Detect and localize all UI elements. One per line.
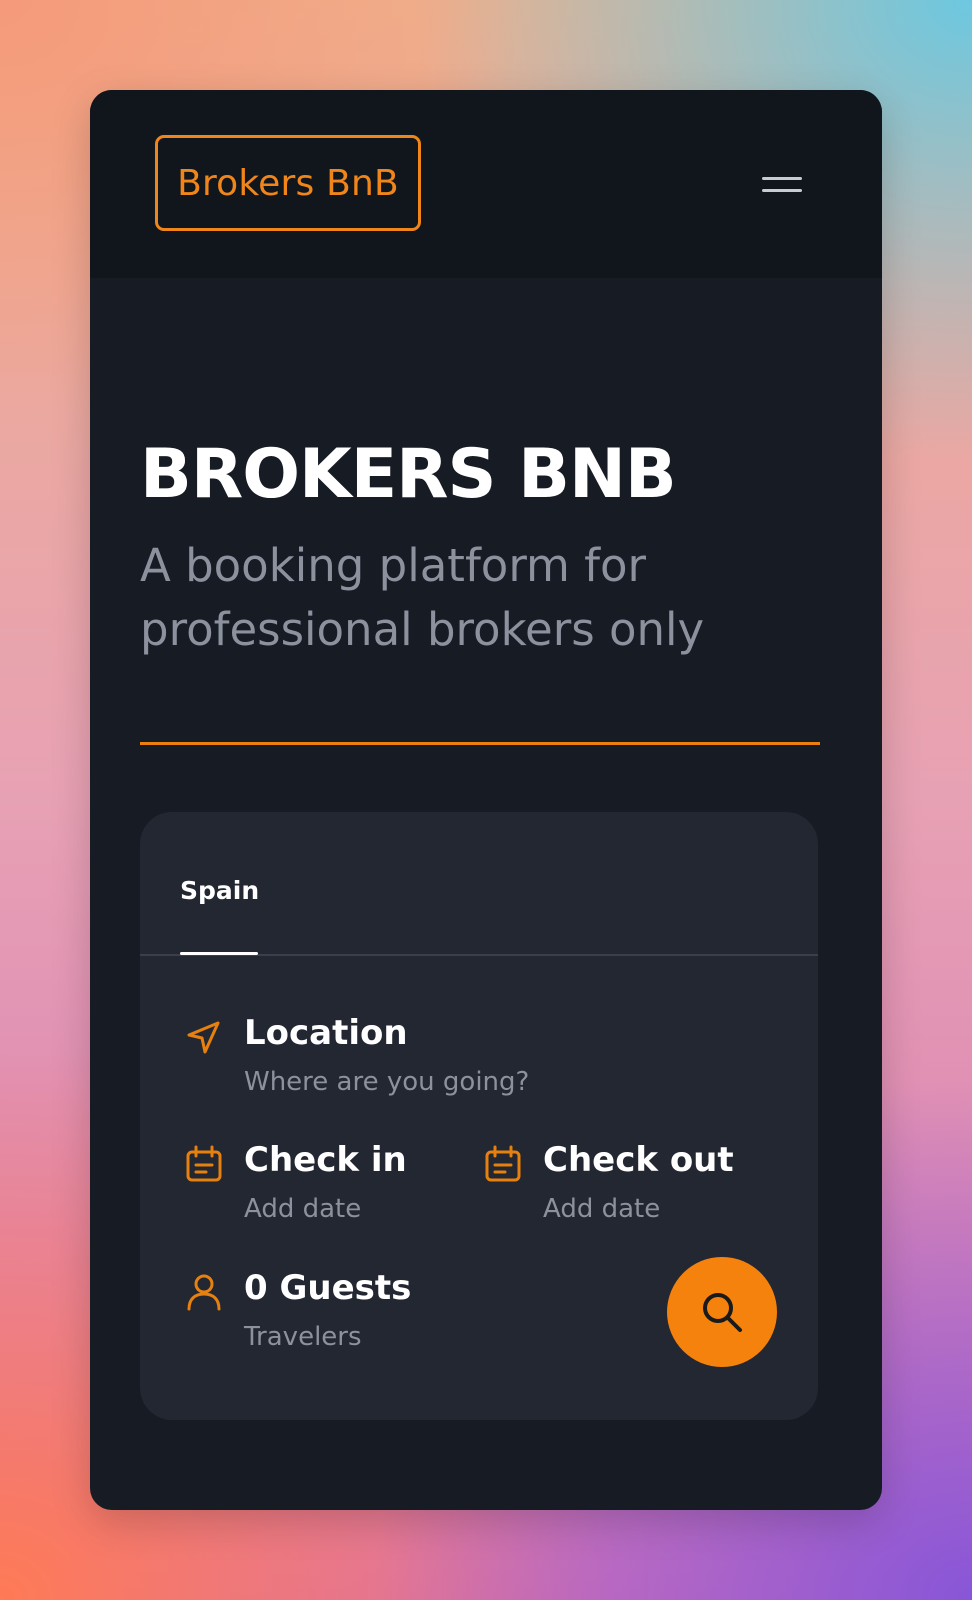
location-hint: Where are you going? — [244, 1067, 530, 1097]
accent-divider — [140, 742, 820, 745]
location-field[interactable]: Location Where are you going? — [184, 1013, 624, 1113]
top-navbar: Brokers BnB — [90, 90, 882, 278]
tab-spain[interactable]: Spain — [180, 876, 259, 905]
search-card: Spain Location Where are you going? Chec… — [140, 812, 818, 1420]
hero-subtitle: A booking platform for professional brok… — [140, 539, 705, 656]
check-in-hint: Add date — [244, 1194, 362, 1224]
guests-hint: Travelers — [244, 1322, 362, 1352]
calendar-icon — [186, 1145, 222, 1182]
location-label: Location — [244, 1013, 408, 1053]
logo-text: Brokers BnB — [177, 162, 399, 204]
guests-label: 0 Guests — [244, 1268, 412, 1308]
search-button[interactable] — [667, 1257, 777, 1367]
active-tab-indicator — [180, 952, 258, 955]
user-icon — [187, 1274, 221, 1311]
app-window: Brokers BnB BROKERS BNB A booking platfo… — [90, 90, 882, 1510]
check-in-label: Check in — [244, 1140, 407, 1180]
menu-line — [762, 177, 802, 180]
guests-field[interactable]: 0 Guests Travelers — [184, 1268, 504, 1368]
hamburger-menu-icon[interactable] — [760, 170, 806, 200]
calendar-icon — [485, 1145, 521, 1182]
hero-title: BROKERS BNB — [140, 435, 677, 514]
tab-bar: Spain — [140, 812, 818, 956]
navigation-arrow-icon — [187, 1021, 220, 1054]
check-out-label: Check out — [543, 1140, 734, 1180]
menu-line — [762, 189, 802, 192]
check-out-field[interactable]: Check out Add date — [483, 1140, 783, 1240]
search-icon — [703, 1293, 742, 1332]
check-in-field[interactable]: Check in Add date — [184, 1140, 464, 1240]
check-out-hint: Add date — [543, 1194, 661, 1224]
logo[interactable]: Brokers BnB — [155, 135, 421, 231]
